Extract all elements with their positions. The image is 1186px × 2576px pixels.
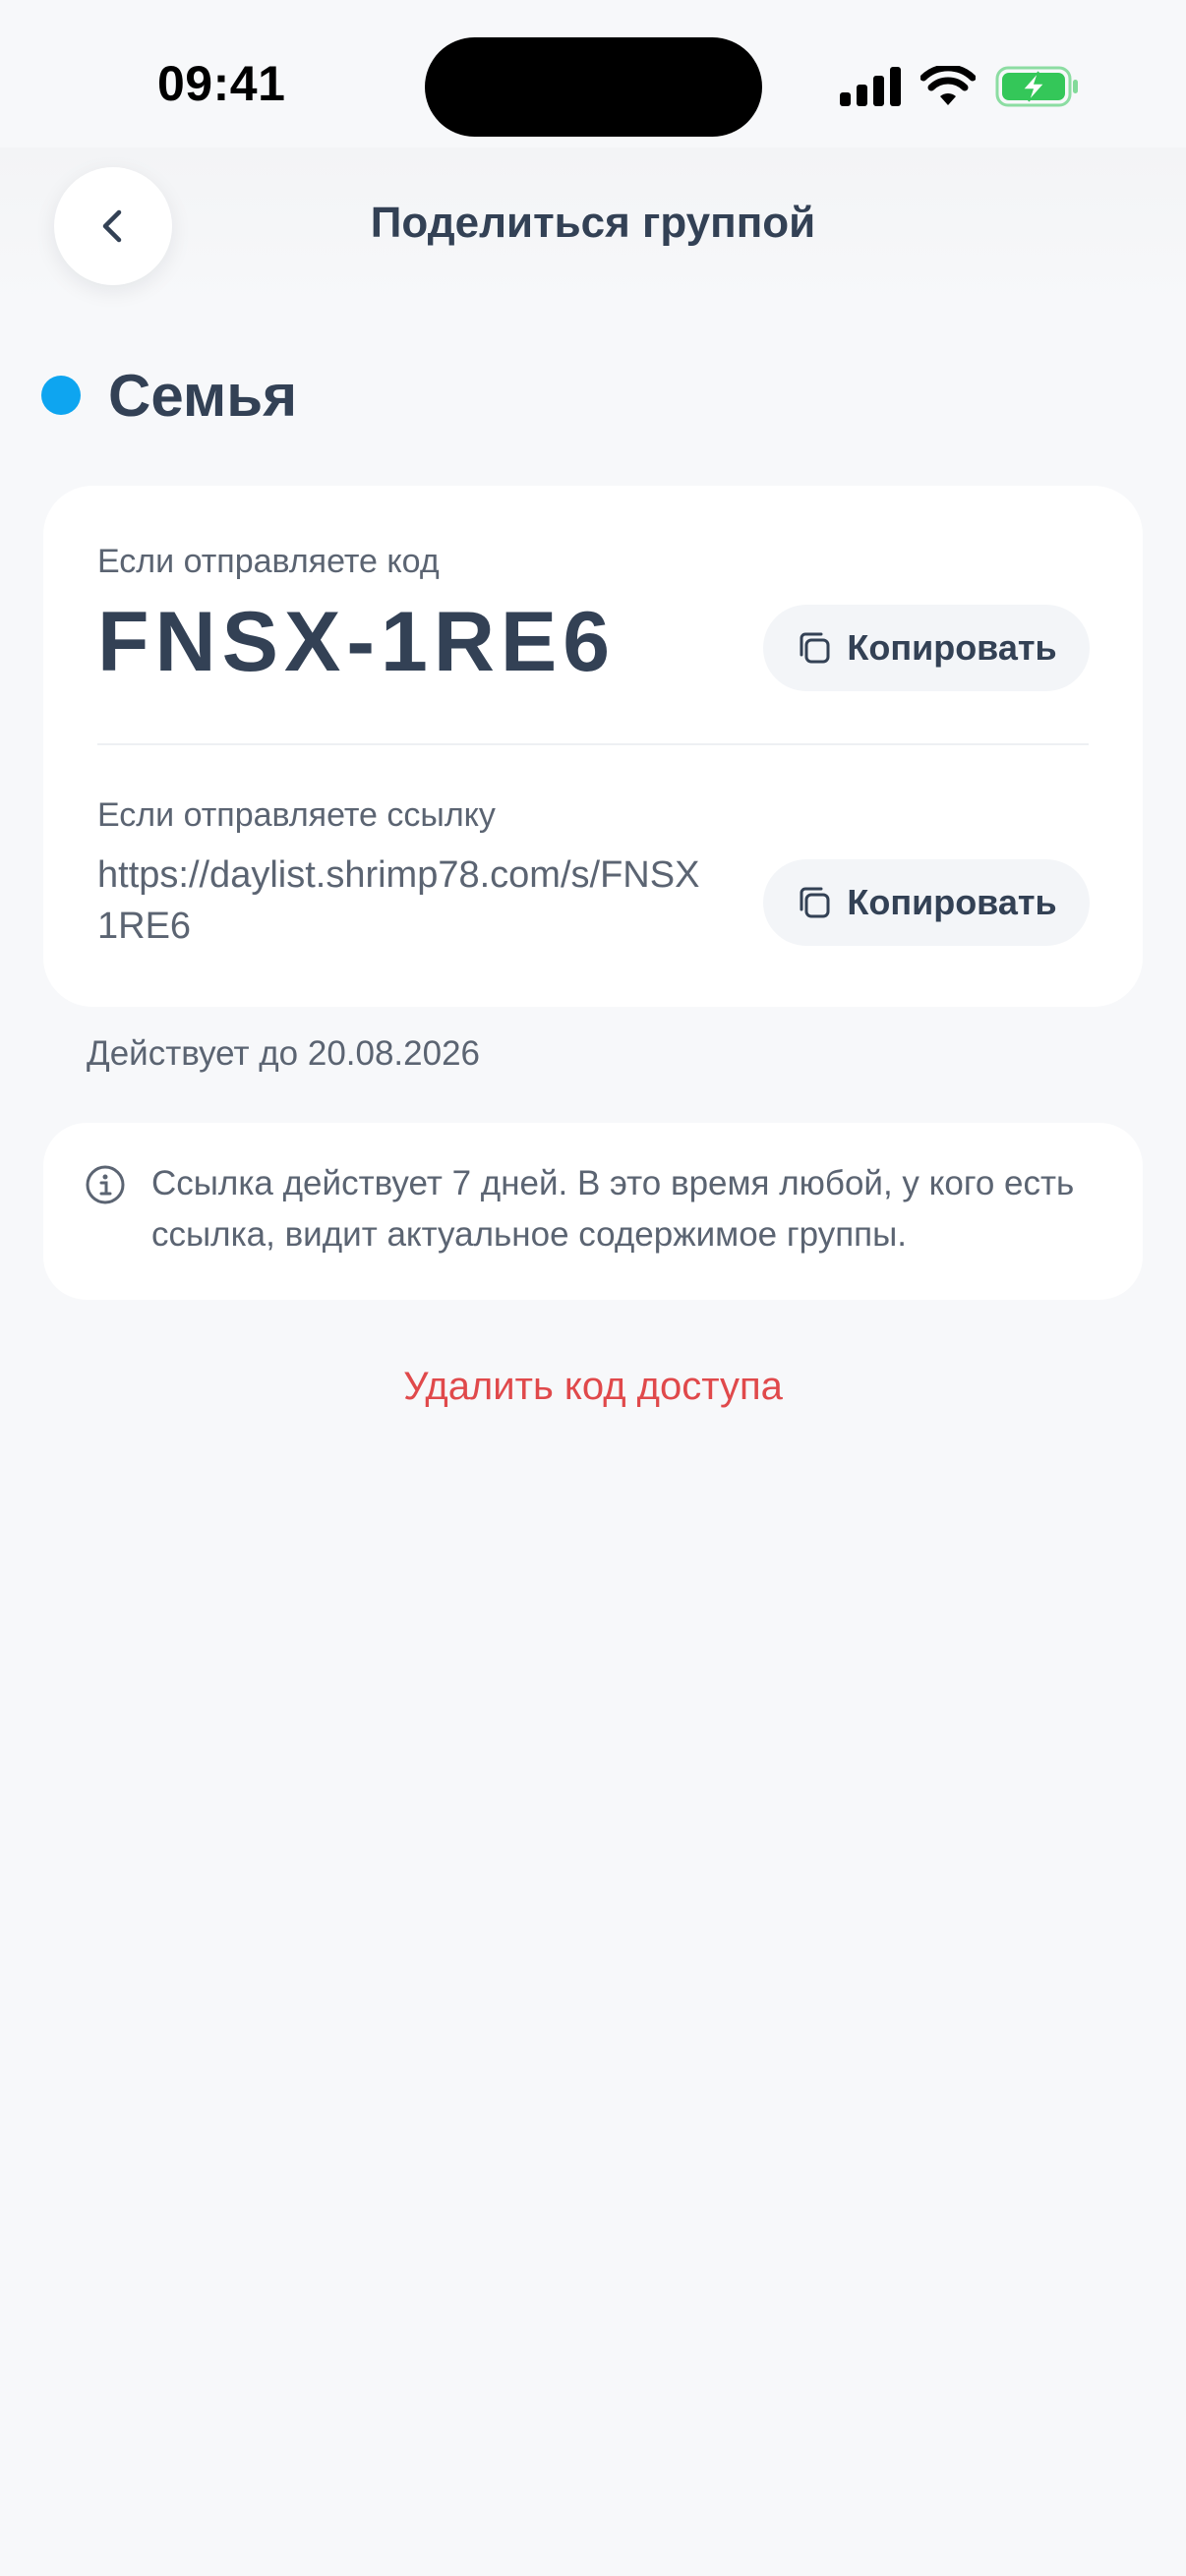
link-label: Если отправляете ссылку xyxy=(97,796,496,834)
group-name: Семья xyxy=(108,362,298,429)
share-group-screen: 09:41 Поделиться группой Семья Если отпр… xyxy=(0,0,1186,2576)
code-label: Если отправляете код xyxy=(97,543,440,580)
signal-icon xyxy=(840,67,901,106)
copy-link-label: Копировать xyxy=(847,882,1057,922)
card-divider xyxy=(97,743,1089,745)
info-card: Ссылка действует 7 дней. В это время люб… xyxy=(43,1123,1143,1300)
dynamic-island xyxy=(425,37,762,137)
wifi-icon xyxy=(920,66,976,105)
navigation-header: Поделиться группой xyxy=(0,147,1186,305)
share-link: https://daylist.shrimp78.com/s/FNSX1RE6 xyxy=(97,854,700,947)
status-time: 09:41 xyxy=(157,56,286,111)
info-icon xyxy=(86,1165,125,1204)
group-color-dot xyxy=(41,376,81,415)
status-icons xyxy=(840,63,1080,110)
group-title-row: Семья xyxy=(41,356,297,435)
share-card: Если отправляете код FNSX-1RE6 Копироват… xyxy=(43,486,1143,1007)
valid-until-text: Действует до 20.08.2026 xyxy=(87,1034,481,1073)
copy-code-label: Копировать xyxy=(847,627,1057,668)
access-code: FNSX-1RE6 xyxy=(97,595,617,689)
copy-icon xyxy=(800,887,830,918)
info-text: Ссылка действует 7 дней. В это время люб… xyxy=(151,1164,1075,1254)
battery-charging-icon xyxy=(995,66,1078,107)
copy-link-button[interactable]: Копировать xyxy=(763,859,1090,946)
copy-icon xyxy=(800,632,830,664)
copy-code-button[interactable]: Копировать xyxy=(763,605,1090,691)
status-bar: 09:41 xyxy=(0,0,1186,147)
page-title: Поделиться группой xyxy=(370,199,816,247)
delete-access-code-button[interactable]: Удалить код доступа xyxy=(0,1365,1186,1409)
